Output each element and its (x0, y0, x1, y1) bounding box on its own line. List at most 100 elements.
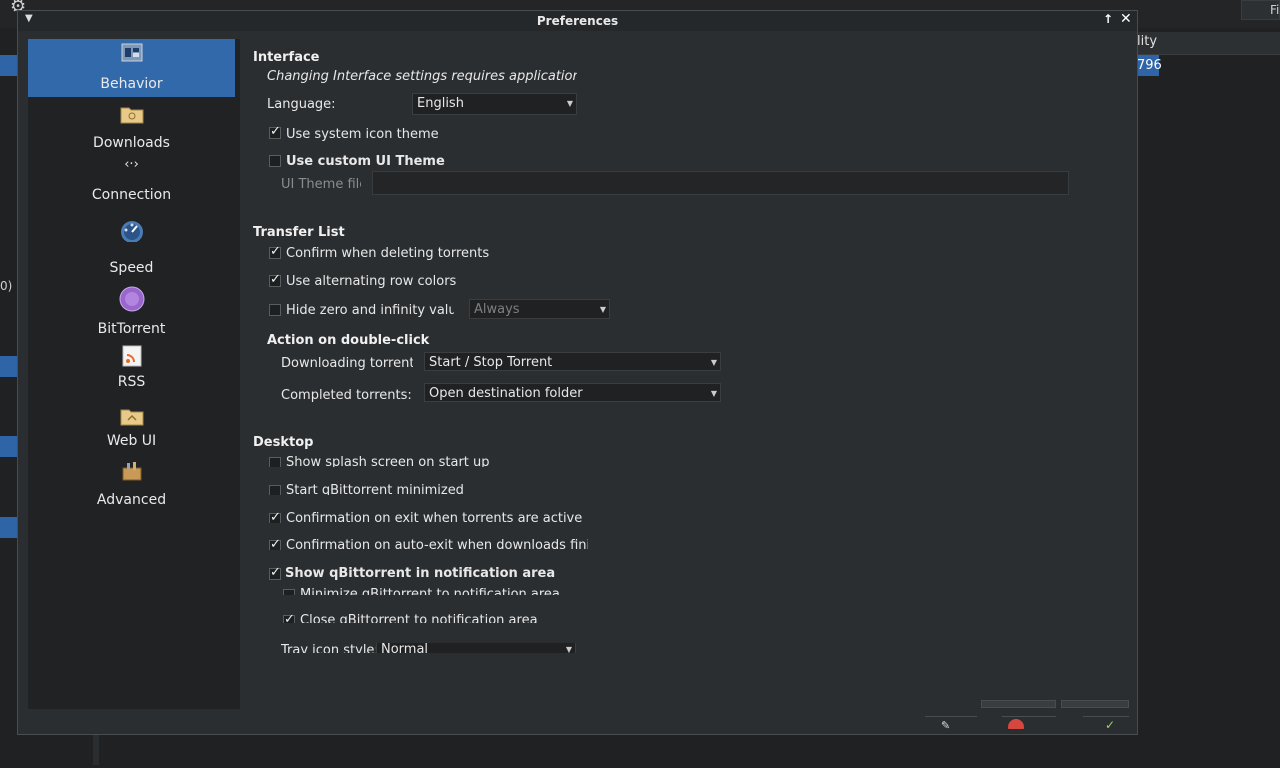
background-selection-strip (0, 55, 17, 76)
background-selected-cell[interactable]: 796 (1137, 55, 1162, 76)
confirm-auto-exit-label: Confirmation on auto-exit when downloads… (286, 538, 588, 550)
background-divider (93, 735, 99, 765)
ok-icon: ✓ (1105, 718, 1116, 729)
bittorrent-icon (119, 286, 144, 312)
title-bar: ▼ Preferences ↑ ✕ (18, 11, 1137, 31)
minimize-to-tray-row[interactable]: Minimize qBittorrent to notification are… (282, 587, 582, 595)
sidebar-item-rss[interactable]: RSS (28, 343, 235, 399)
background-selection-strip (0, 517, 17, 538)
connection-arrows-icon: ‹·› (124, 157, 139, 172)
downloading-torrent-select[interactable]: Start / Stop Torrent ▼ (424, 352, 721, 371)
sidebar-item-label: RSS (117, 374, 146, 390)
hide-zero-checkbox[interactable] (269, 304, 281, 316)
apply-icon: ✎ (941, 719, 951, 729)
downloading-torrent-select-value: Start / Stop Torrent (429, 355, 553, 370)
sidebar-item-label: Behavior (100, 76, 163, 92)
sidebar-item-label: Advanced (96, 492, 167, 508)
tray-icon-style-label: Tray icon style: (281, 643, 379, 653)
sidebar-item-behavior[interactable]: Behavior (28, 39, 235, 97)
use-system-icon-theme-label: Use system icon theme (286, 127, 439, 142)
close-to-tray-checkbox[interactable] (283, 613, 295, 623)
background-header-text: lity (1137, 34, 1158, 49)
background-top-button[interactable]: Fi (1241, 0, 1280, 20)
background-table-header (1137, 32, 1280, 55)
confirm-exit-row[interactable]: Confirmation on exit when torrents are a… (268, 511, 588, 523)
window-title: Preferences (536, 14, 619, 28)
confirm-exit-label: Confirmation on exit when torrents are a… (286, 511, 583, 523)
confirm-auto-exit-checkbox[interactable] (269, 538, 281, 550)
double-click-heading: Action on double-click (267, 333, 430, 348)
completed-torrents-select[interactable]: Open destination folder ▼ (424, 383, 721, 402)
hide-zero-select-value: Always (474, 302, 520, 317)
chevron-down-icon: ▼ (710, 358, 717, 367)
confirm-auto-exit-row[interactable]: Confirmation on auto-exit when downloads… (268, 538, 588, 550)
sidebar-item-webui[interactable]: Web UI (28, 403, 235, 459)
background-clipped-text: 0) (0, 279, 13, 293)
show-notification-area-label: Show qBittorrent in notification area (285, 566, 556, 581)
folder-icon (120, 107, 143, 124)
sidebar-item-label: Downloads (93, 135, 170, 151)
sidebar-item-speed[interactable]: Speed (28, 219, 235, 276)
close-icon[interactable]: ✕ (1120, 11, 1132, 27)
language-label: Language: (267, 97, 336, 112)
tray-icon-style-select[interactable]: Normal ▼ (376, 643, 576, 653)
show-notification-area-checkbox[interactable] (269, 565, 281, 580)
start-minimized-label: Start qBittorrent minimized (286, 483, 464, 495)
speedometer-icon (120, 221, 143, 242)
sidebar-item-label: Connection (91, 187, 172, 203)
preferences-sidebar: Behavior Downloads ‹·› Connection Speed (28, 39, 240, 709)
ui-theme-file-label: UI Theme file (281, 177, 361, 192)
alternating-colors-label: Use alternating row colors (286, 274, 457, 289)
hide-zero-label: Hide zero and infinity value: (286, 303, 454, 318)
sidebar-item-advanced[interactable]: Advanced (28, 459, 235, 515)
background-top-button-label: Fi (1270, 3, 1280, 17)
behavior-icon (121, 43, 142, 62)
downloading-torrent-label: Downloading torrent: (281, 356, 413, 371)
confirm-exit-checkbox[interactable] (269, 511, 281, 523)
apply-button[interactable]: ✎ (925, 716, 977, 729)
section-desktop-heading: Desktop (253, 435, 314, 450)
cancel-icon (1008, 719, 1024, 729)
language-select[interactable]: English ▼ (412, 93, 577, 115)
footer-button-top[interactable] (981, 700, 1056, 708)
completed-torrents-select-value: Open destination folder (429, 386, 583, 401)
chevron-down-icon: ▼ (565, 645, 572, 653)
background-selection-strip (0, 356, 17, 377)
tray-icon-style-select-value: Normal (381, 643, 429, 653)
arrow-up-icon[interactable]: ↑ (1103, 12, 1113, 26)
close-to-tray-row[interactable]: Close qBittorrent to notification area (282, 613, 582, 623)
section-interface-heading: Interface (253, 50, 320, 65)
confirm-delete-label: Confirm when deleting torrents (286, 246, 490, 261)
preferences-dialog: ▼ Preferences ↑ ✕ Behavior Downloads ‹·›… (17, 10, 1138, 735)
interface-restart-note: Changing Interface settings requires app… (267, 69, 577, 84)
ok-button[interactable]: ✓ (1083, 716, 1129, 729)
use-system-icon-theme-checkbox[interactable] (269, 124, 281, 139)
start-minimized-row[interactable]: Start qBittorrent minimized (268, 483, 588, 495)
language-select-value: English (417, 96, 464, 111)
use-custom-ui-theme-checkbox[interactable] (269, 155, 281, 167)
splash-label: Show splash screen on start up (286, 455, 490, 467)
sidebar-item-bittorrent[interactable]: BitTorrent (28, 281, 235, 337)
sidebar-item-connection[interactable]: ‹·› Connection (28, 157, 235, 213)
chevron-down-icon: ▼ (566, 99, 573, 108)
splash-checkbox[interactable] (269, 457, 281, 467)
start-minimized-checkbox[interactable] (269, 485, 281, 495)
hide-zero-select[interactable]: Always ▼ (469, 299, 610, 319)
minimize-to-tray-checkbox[interactable] (283, 589, 295, 595)
chevron-down-icon: ▼ (599, 305, 606, 314)
toolbox-icon (122, 462, 141, 481)
footer-button-top[interactable] (1061, 700, 1129, 708)
use-custom-ui-theme-label: Use custom UI Theme (286, 154, 445, 169)
confirm-delete-checkbox[interactable] (269, 244, 281, 259)
sidebar-item-label: BitTorrent (97, 321, 166, 337)
chevron-down-icon: ▼ (710, 389, 717, 398)
sidebar-item-label: Speed (109, 260, 154, 276)
web-folder-icon (120, 409, 143, 426)
cancel-button[interactable] (1002, 716, 1056, 729)
rss-icon (122, 345, 141, 367)
sidebar-item-downloads[interactable]: Downloads (28, 101, 235, 159)
splash-row[interactable]: Show splash screen on start up (268, 455, 588, 467)
alternating-colors-checkbox[interactable] (269, 272, 281, 287)
minimize-to-tray-label: Minimize qBittorrent to notification are… (300, 587, 560, 595)
ui-theme-file-field[interactable] (372, 171, 1069, 195)
